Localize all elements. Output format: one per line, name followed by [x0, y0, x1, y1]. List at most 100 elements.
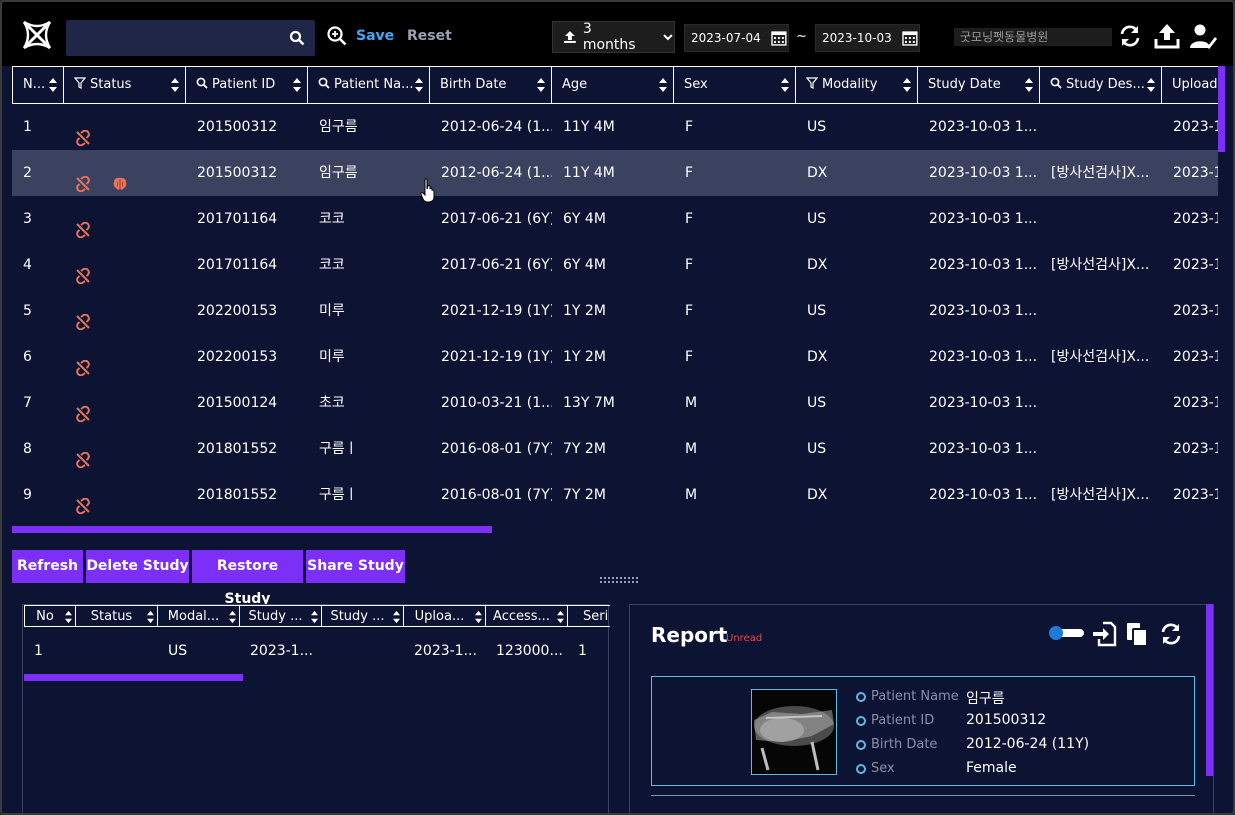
sync-icon[interactable] [1116, 22, 1144, 50]
sort-icon[interactable] [1147, 77, 1155, 93]
table-row[interactable]: 4 201701164 코코 2017-06-21 (6Y) 6Y 4M F DX 2023-… [12, 242, 1218, 288]
table-row[interactable]: 1 201500312 임구름 2012-06-24 (1... 11Y 4M F US 20… [12, 104, 1218, 150]
share-study-button[interactable]: Share Study [306, 550, 405, 583]
table-row[interactable]: 8 201801552 구름ㅣ 2016-08-01 (7Y) 7Y 2M M US 2023… [12, 426, 1218, 472]
series-header-series[interactable]: Seri [568, 605, 610, 627]
sort-icon[interactable] [781, 77, 789, 93]
search-icon[interactable] [289, 30, 305, 46]
sort-icon[interactable] [49, 77, 57, 93]
search-icon[interactable] [196, 77, 208, 89]
series-header-status[interactable]: Status [76, 605, 158, 627]
sort-icon[interactable] [1025, 77, 1033, 93]
cell-study-date: 2023-10-03 1... [929, 395, 1038, 411]
header-modality[interactable]: Modality [796, 67, 918, 103]
sort-icon[interactable] [475, 610, 482, 624]
cell-status [64, 426, 186, 472]
upload-icon[interactable] [1153, 22, 1181, 50]
header-patient-id[interactable]: Patient ID [186, 67, 308, 103]
series-header-study-2[interactable]: Study ... [322, 605, 404, 627]
cell-no: 5 [23, 303, 32, 319]
cell-upload: 2023-1 [1173, 441, 1218, 457]
sort-icon[interactable] [311, 610, 318, 624]
header-label: Birth Date [440, 77, 507, 92]
header-status[interactable]: Status [64, 67, 186, 103]
save-button[interactable]: Save [356, 28, 394, 44]
series-horizontal-scrollbar[interactable] [24, 674, 243, 681]
chevron-down-icon [663, 34, 673, 41]
header-birth-date[interactable]: Birth Date [430, 67, 552, 103]
sort-icon[interactable] [147, 610, 154, 624]
reset-button[interactable]: Reset [407, 28, 452, 44]
copy-icon[interactable] [1124, 621, 1150, 647]
date-from-field[interactable]: 2023-07-04 [684, 24, 789, 52]
cell-study-date: 2023-10-03 1... [929, 349, 1038, 365]
filter-icon[interactable] [74, 77, 86, 89]
sort-icon[interactable] [415, 77, 423, 93]
series-header-study[interactable]: Study ... [240, 605, 322, 627]
refresh-button[interactable]: Refresh [12, 550, 83, 583]
cell-status [64, 380, 186, 426]
unlinked-icon[interactable] [75, 349, 91, 377]
table-row[interactable]: 7 201500124 초코 2010-03-21 (1... 13Y 7M M US 202… [12, 380, 1218, 426]
cell-upload: 2023-1 [1173, 395, 1218, 411]
unlinked-icon[interactable] [75, 119, 91, 147]
restore-study-button[interactable]: Restore Study [192, 550, 303, 607]
date-to-field[interactable]: 2023-10-03 [815, 24, 920, 52]
calendar-icon[interactable] [901, 29, 919, 47]
header-study-desc[interactable]: Study Des... [1040, 67, 1162, 103]
series-header-upload[interactable]: Uploa... [404, 605, 486, 627]
unlinked-icon[interactable] [75, 165, 91, 193]
filter-icon[interactable] [806, 77, 818, 89]
cell-study-desc [1040, 288, 1162, 334]
header-no[interactable]: N... [12, 67, 64, 103]
table-row[interactable]: 2 201500312 임구름 2012-06-24 (1... 11Y 4M F DX 20… [12, 150, 1218, 196]
resize-grip-icon[interactable] [599, 577, 639, 583]
cell-patient-name: 초코 [319, 395, 345, 411]
series-header-modality[interactable]: Modal... [158, 605, 240, 627]
header-upload[interactable]: Upload [1162, 67, 1218, 103]
sort-icon[interactable] [659, 77, 667, 93]
header-study-date[interactable]: Study Date [918, 67, 1040, 103]
delete-study-button[interactable]: Delete Study [86, 550, 189, 583]
refresh-report-icon[interactable] [1158, 621, 1184, 647]
user-check-icon[interactable] [1189, 22, 1217, 50]
vertical-scrollbar[interactable] [1218, 66, 1225, 152]
unlinked-icon[interactable] [75, 303, 91, 331]
search-icon[interactable] [1050, 77, 1062, 89]
sort-icon[interactable] [293, 77, 301, 93]
unlinked-icon[interactable] [75, 257, 91, 285]
header-age[interactable]: Age [552, 67, 674, 103]
report-toggle[interactable] [1049, 626, 1085, 640]
app-logo-icon[interactable] [20, 18, 54, 52]
unlinked-icon[interactable] [75, 441, 91, 469]
brain-icon[interactable] [112, 165, 128, 190]
import-report-icon[interactable] [1091, 621, 1117, 647]
table-row[interactable]: 6 202200153 미루 2021-12-19 (1Y) 1Y 2M F DX 2023-… [12, 334, 1218, 380]
unlinked-icon[interactable] [75, 395, 91, 423]
sort-icon[interactable] [393, 610, 400, 624]
series-header-no[interactable]: No [24, 605, 76, 627]
header-patient-name[interactable]: Patient Na... [308, 67, 430, 103]
sort-icon[interactable] [557, 610, 564, 624]
sort-icon[interactable] [65, 610, 72, 624]
header-sex[interactable]: Sex [674, 67, 796, 103]
sort-icon[interactable] [537, 77, 545, 93]
table-row[interactable]: 5 202200153 미루 2021-12-19 (1Y) 1Y 2M F US 2023-… [12, 288, 1218, 334]
report-vertical-scrollbar[interactable] [1206, 604, 1213, 776]
horizontal-scrollbar[interactable] [12, 526, 492, 533]
study-thumbnail[interactable] [751, 689, 837, 775]
table-row[interactable]: 9 201801552 구름ㅣ 2016-08-01 (7Y) 7Y 2M M DX 2023… [12, 472, 1218, 518]
search-icon[interactable] [318, 77, 330, 89]
search-field[interactable] [66, 20, 315, 56]
unlinked-icon[interactable] [75, 487, 91, 515]
sort-icon[interactable] [903, 77, 911, 93]
search-input[interactable] [74, 20, 274, 56]
sort-icon[interactable] [171, 77, 179, 93]
table-row[interactable]: 3 201701164 코코 2017-06-21 (6Y) 6Y 4M F US 2023-… [12, 196, 1218, 242]
sort-icon[interactable] [229, 610, 236, 624]
series-header-access[interactable]: Access... [486, 605, 568, 627]
period-select[interactable]: 3 months [552, 21, 675, 53]
calendar-icon[interactable] [770, 29, 788, 47]
unlinked-icon[interactable] [75, 211, 91, 239]
zoom-in-icon[interactable] [327, 26, 347, 46]
